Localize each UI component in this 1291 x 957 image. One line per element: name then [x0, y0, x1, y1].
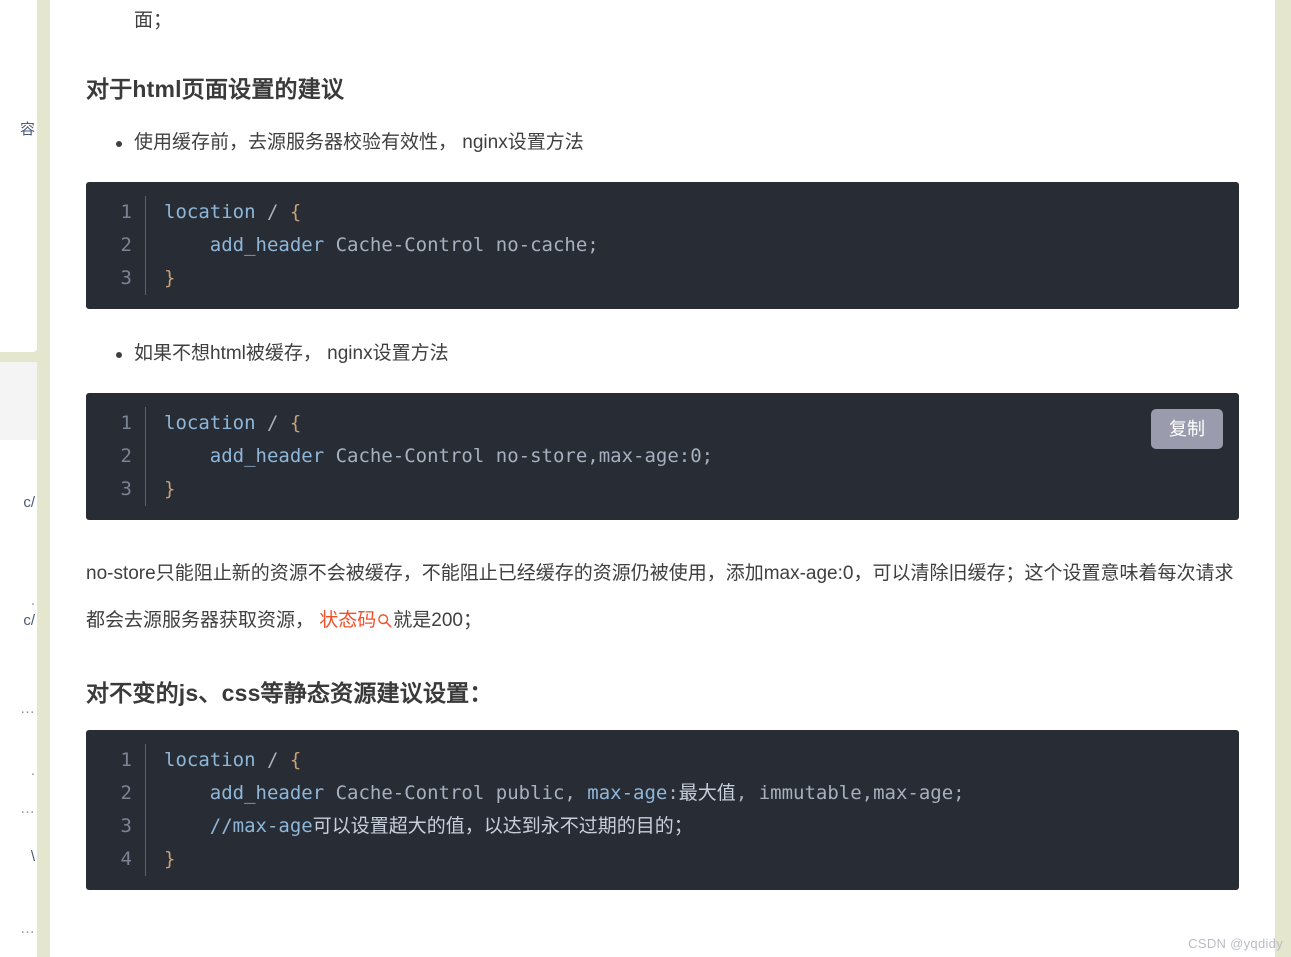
code-line: 1 location / {: [86, 744, 1239, 777]
code-line: 1 location / {: [86, 196, 1239, 229]
sidebar-text-fragment: …: [20, 920, 35, 937]
code-token: location: [164, 201, 256, 223]
code-token: add_header: [209, 445, 325, 467]
line-number: 1: [120, 412, 132, 434]
code-block-2[interactable]: 复制 1 location / {2 add_header Cache-Contro…: [86, 393, 1239, 520]
code-line: 2 add_header Cache-Control no-store,max-…: [86, 440, 1239, 473]
code-text[interactable]: }: [145, 843, 1239, 876]
code-token: 可以设置超大的值，以达到永不过期的目的；: [312, 815, 693, 837]
code-token: no-cache;: [484, 234, 599, 256]
code-text[interactable]: location / {: [145, 196, 1239, 229]
code-line: 3 //max-age可以设置超大的值，以达到永不过期的目的；: [86, 810, 1239, 843]
bullet-list-2: 如果不想html被缓存， nginx设置方法: [86, 339, 1239, 369]
code-line: 2 add_header Cache-Control public, max-a…: [86, 777, 1239, 810]
list-item: 如果不想html被缓存， nginx设置方法: [116, 339, 1239, 369]
code-token: /: [255, 412, 290, 434]
sidebar-text-fragment: c/: [23, 494, 35, 511]
paragraph-part-1: no-store只能阻止新的资源不会被缓存，不能阻止已经缓存的资源仍被使用，添加…: [86, 563, 1234, 631]
code-token: //max-age: [209, 815, 313, 837]
sidebar-card-top: [0, 0, 37, 352]
code-token: /: [255, 201, 290, 223]
lead-line: 面；: [134, 10, 173, 31]
line-number: 3: [120, 478, 132, 500]
list-item: 使用缓存前，去源服务器校验有效性， nginx设置方法: [116, 128, 1239, 158]
page-title: 对于html页面设置的建议: [86, 76, 345, 102]
left-sidebar-cropped: 容 c/. c/ …. … \ …: [0, 0, 37, 957]
code-block-3[interactable]: 1 location / {2 add_header Cache-Control …: [86, 730, 1239, 890]
code-token: {: [289, 412, 302, 434]
highlighted-term[interactable]: 状态码: [319, 610, 376, 631]
code-block-1[interactable]: 1 location / {2 add_header Cache-Control …: [86, 182, 1239, 309]
code-text[interactable]: location / {: [145, 744, 1239, 777]
line-number: 1: [120, 201, 132, 223]
paragraph-part-2: 就是200；: [393, 610, 482, 631]
code-text[interactable]: //max-age可以设置超大的值，以达到永不过期的目的；: [145, 810, 1239, 843]
sidebar-text-fragment: .: [30, 762, 35, 779]
code-line: 3}: [86, 473, 1239, 506]
watermark: CSDN @yqdidy: [1188, 936, 1283, 951]
code-token: location: [164, 749, 256, 771]
sidebar-card-header: [0, 362, 37, 440]
code-token: {: [289, 201, 302, 223]
code-token: max-age: [587, 782, 668, 804]
code-line: 3}: [86, 262, 1239, 295]
code-token: {: [289, 749, 302, 771]
code-token: 最大值: [678, 782, 736, 804]
code-text[interactable]: add_header Cache-Control no-store,max-ag…: [145, 440, 1239, 473]
article-column: 面； 对于html页面设置的建议 使用缓存前，去源服务器校验有效性， nginx…: [50, 0, 1275, 957]
sidebar-text-fragment: …: [20, 700, 35, 717]
line-number: 2: [120, 234, 132, 256]
code-token: :: [667, 782, 679, 804]
section-title-2: 对不变的js、css等静态资源建议设置：: [86, 680, 493, 706]
code-line: 2 add_header Cache-Control no-cache;: [86, 229, 1239, 262]
code-token: }: [164, 478, 176, 500]
line-number: 3: [120, 815, 132, 837]
search-icon[interactable]: [377, 599, 392, 646]
code-token: Cache-Control: [324, 234, 485, 256]
code-token: /: [255, 749, 290, 771]
line-number: 2: [120, 445, 132, 467]
code-token: ,: [735, 782, 759, 804]
code-line: 1 location / {: [86, 407, 1239, 440]
line-number: 1: [120, 749, 132, 771]
line-number: 2: [120, 782, 132, 804]
code-text[interactable]: }: [145, 262, 1239, 295]
sidebar-text-fragment: c/: [23, 612, 35, 629]
sidebar-text-fragment: \: [30, 848, 35, 865]
code-line: 4}: [86, 843, 1239, 876]
code-text[interactable]: add_header Cache-Control public, max-age…: [145, 777, 1239, 810]
code-token: no-store,max-age:0;: [484, 445, 714, 467]
sidebar-text-fragment: …: [20, 800, 35, 817]
code-token: }: [164, 848, 176, 870]
code-token: Cache-Control: [324, 445, 485, 467]
sidebar-card-bottom[interactable]: [0, 362, 37, 957]
copy-button[interactable]: 复制: [1151, 409, 1223, 449]
line-number: 4: [120, 848, 132, 870]
line-number: 3: [120, 267, 132, 289]
code-token: immutable,max-age;: [758, 782, 965, 804]
body-paragraph: no-store只能阻止新的资源不会被缓存，不能阻止已经缓存的资源仍被使用，添加…: [86, 550, 1239, 646]
bullet-list-1: 使用缓存前，去源服务器校验有效性， nginx设置方法: [86, 128, 1239, 158]
code-token: location: [164, 412, 256, 434]
sidebar-text-fragment: .: [30, 592, 35, 609]
code-token: }: [164, 267, 176, 289]
code-text[interactable]: location / {: [145, 407, 1239, 440]
code-token: Cache-Control: [324, 782, 485, 804]
code-token: add_header: [209, 234, 325, 256]
code-text[interactable]: }: [145, 473, 1239, 506]
code-token: public,: [484, 782, 588, 804]
code-text[interactable]: add_header Cache-Control no-cache;: [145, 229, 1239, 262]
sidebar-text-fragment: 容: [19, 121, 35, 138]
code-token: add_header: [209, 782, 325, 804]
